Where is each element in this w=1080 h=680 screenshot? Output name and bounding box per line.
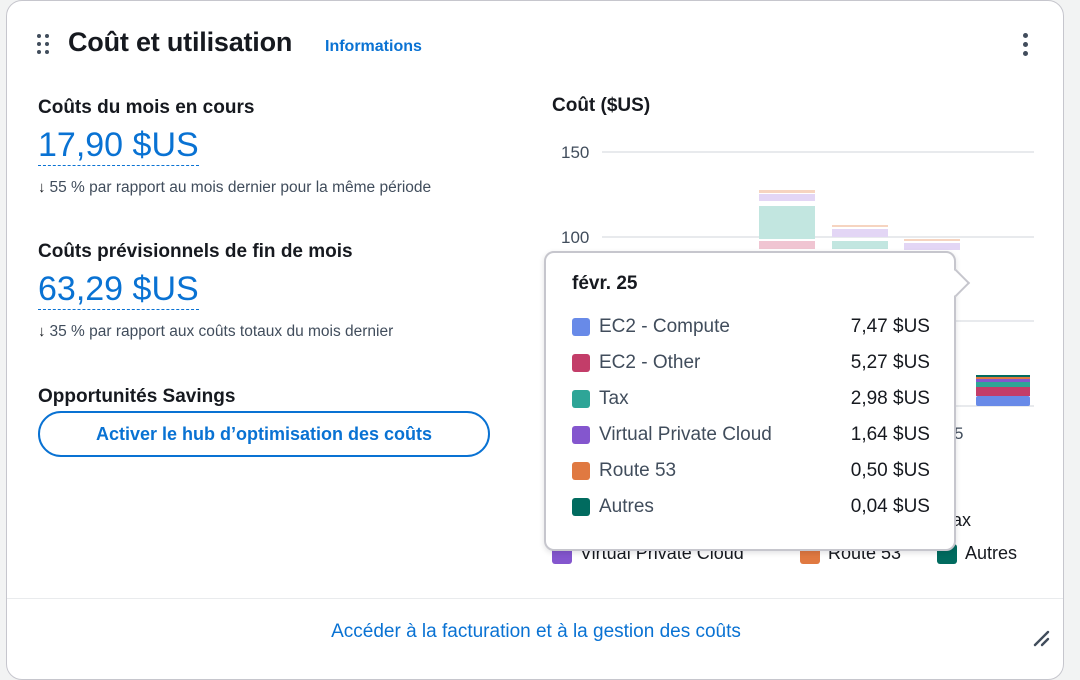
arrow-down-icon: ↓ — [38, 323, 46, 340]
bar-4-ec2-compute — [976, 396, 1030, 406]
y-tick-150: 150 — [561, 143, 589, 162]
tooltip-title: févr. 25 — [572, 273, 638, 294]
bar-2-tax — [832, 241, 888, 249]
bar-1-ec2-other-top — [759, 194, 815, 201]
cost-usage-widget: Coût et utilisation Informations Coûts d… — [6, 0, 1064, 680]
widget-title: Coût et utilisation — [68, 27, 293, 57]
y-tick-100: 100 — [561, 228, 589, 247]
current-month-label: Coûts du mois en cours — [38, 97, 255, 118]
current-month-value[interactable]: 17,90 $US — [38, 126, 199, 166]
bar-4-route53 — [976, 377, 1030, 379]
bar-1-route53 — [759, 190, 815, 193]
resize-handle-icon[interactable] — [1032, 629, 1050, 647]
billing-link[interactable]: Accéder à la facturation et à la gestion… — [7, 621, 1063, 643]
info-link[interactable]: Informations — [325, 38, 422, 56]
more-actions-icon[interactable] — [1023, 33, 1029, 57]
chart-title: Coût ($US) — [552, 95, 651, 116]
tooltip-row: Route 53 0,50 $US — [572, 459, 930, 483]
bar-2-vpc — [832, 229, 888, 237]
chart-tooltip: févr. 25 EC2 - Compute 7,47 $US EC2 - Oth… — [544, 251, 971, 551]
bar-1-ec2-other — [759, 241, 815, 249]
tooltip-row: Virtual Private Cloud 1,64 $US — [572, 423, 930, 447]
bar-1-tax — [759, 206, 815, 239]
bar-4-ec2-other — [976, 387, 1030, 396]
savings-label: Opportunités Savings — [38, 386, 236, 407]
arrow-down-icon: ↓ — [38, 179, 46, 196]
tooltip-row: Tax 2,98 $US — [572, 387, 930, 411]
bar-4-tax — [976, 382, 1030, 387]
activate-cost-optimization-hub-button[interactable]: Activer le hub d’optimisation des coûts — [38, 411, 490, 457]
bar-4-vpc — [976, 379, 1030, 382]
tooltip-row: EC2 - Compute 7,47 $US — [572, 315, 930, 339]
tooltip-row: EC2 - Other 5,27 $US — [572, 351, 930, 375]
footer-divider — [7, 598, 1063, 599]
drag-handle-icon[interactable] — [37, 34, 51, 56]
current-month-comparison: ↓ 55 % par rapport au mois dernier pour l… — [38, 179, 432, 196]
tooltip-row: Autres 0,04 $US — [572, 495, 930, 519]
bar-2-route53 — [832, 225, 888, 227]
bar-3-route53 — [904, 239, 960, 241]
bar-4-autres — [976, 375, 1030, 377]
bar-3-vpc — [904, 243, 960, 250]
forecast-label: Coûts prévisionnels de fin de mois — [38, 241, 353, 262]
forecast-value[interactable]: 63,29 $US — [38, 270, 199, 310]
forecast-comparison: ↓ 35 % par rapport aux coûts totaux du mo… — [38, 323, 394, 340]
